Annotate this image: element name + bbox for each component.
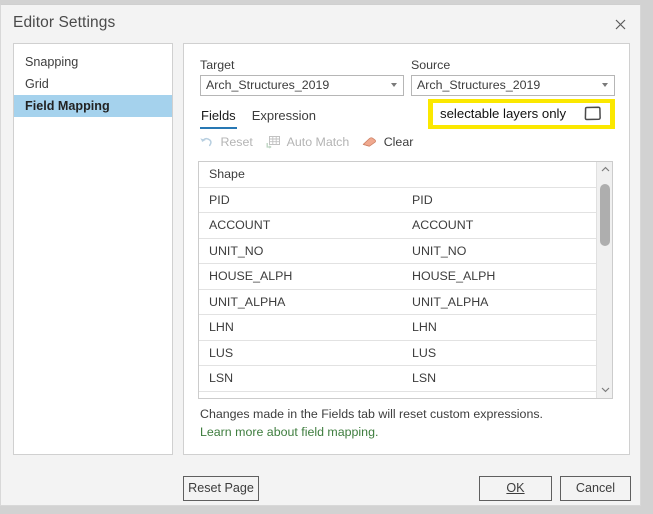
ok-button-label: OK — [506, 481, 524, 495]
source-dropdown-value: Arch_Structures_2019 — [417, 78, 540, 92]
reset-page-button-label: Reset Page — [188, 481, 254, 495]
source-label: Source — [411, 58, 450, 72]
tab-fields[interactable]: Fields — [200, 108, 237, 129]
tab-label: Expression — [252, 108, 316, 123]
auto-match-button[interactable]: Auto Match — [265, 132, 349, 152]
annotation-inner-surface: selectable layers only — [433, 103, 610, 125]
eraser-icon — [361, 134, 377, 150]
selectable-layers-annotation: selectable layers only — [428, 99, 615, 129]
table-row[interactable]: LUS LUS — [199, 341, 596, 367]
table-cell-source: HOUSE_ALPH — [412, 264, 495, 290]
reset-page-button[interactable]: Reset Page — [183, 476, 259, 501]
hand-drawn-checkbox-icon — [583, 106, 602, 121]
dialog-titlebar: Editor Settings — [1, 5, 640, 45]
table-row[interactable]: Shape — [199, 162, 596, 188]
cancel-button[interactable]: Cancel — [560, 476, 631, 501]
clear-button[interactable]: Clear — [361, 132, 413, 152]
editor-settings-dialog: Editor Settings Snapping Grid Field Mapp… — [0, 4, 641, 506]
table-row[interactable]: HOUSE_ALPH HOUSE_ALPH — [199, 264, 596, 290]
table-cell-target: LUS — [209, 341, 233, 367]
target-dropdown[interactable]: Arch_Structures_2019 — [200, 75, 404, 96]
table-cell-target: LSN — [209, 366, 233, 392]
chevron-down-icon — [602, 83, 608, 87]
annotation-label: selectable layers only — [440, 104, 566, 124]
sidebar-item-label: Field Mapping — [25, 99, 110, 113]
field-mapping-grid-body: ShapePIDPIDACCOUNTACCOUNTUNIT_NOUNIT_NOH… — [199, 162, 596, 398]
reset-button[interactable]: Reset — [198, 132, 253, 152]
learn-more-link[interactable]: Learn more about field mapping. — [200, 425, 378, 439]
table-cell-target: Shape — [209, 162, 245, 188]
chevron-up-icon[interactable] — [597, 162, 613, 178]
table-cell-source: UNIT_NO — [412, 239, 466, 265]
table-row[interactable]: LHN LHN — [199, 315, 596, 341]
cancel-button-label: Cancel — [576, 481, 615, 495]
field-mapping-grid: ShapePIDPIDACCOUNTACCOUNTUNIT_NOUNIT_NOH… — [198, 161, 613, 399]
table-cell-source: LSN — [412, 366, 436, 392]
table-cell-target: UNIT_NO — [209, 239, 263, 265]
source-dropdown[interactable]: Arch_Structures_2019 — [411, 75, 615, 96]
reset-button-label: Reset — [220, 135, 252, 149]
sidebar-item-label: Grid — [25, 77, 49, 91]
settings-category-list: Snapping Grid Field Mapping — [13, 43, 173, 455]
ok-button[interactable]: OK — [479, 476, 552, 501]
table-cell-target: UNIT_ALPHA — [209, 290, 285, 316]
table-row[interactable]: UNIT_NO UNIT_NO — [199, 239, 596, 265]
table-cell-target: HOUSE_ALPH — [209, 264, 292, 290]
mapping-toolbar: Reset Auto Match — [198, 132, 425, 154]
sidebar-item-grid[interactable]: Grid — [14, 73, 172, 95]
chevron-down-icon[interactable] — [597, 382, 613, 398]
scrollbar-thumb[interactable] — [600, 184, 610, 246]
table-row[interactable]: LSN LSN — [199, 366, 596, 392]
undo-arrow-icon — [198, 134, 214, 150]
sidebar-item-label: Snapping — [25, 55, 78, 69]
table-cell-target: LHN — [209, 315, 234, 341]
chevron-down-icon — [391, 83, 397, 87]
expression-reset-note: Changes made in the Fields tab will rese… — [200, 407, 543, 421]
mapping-tabs: Fields Expression — [200, 108, 331, 130]
auto-match-button-label: Auto Match — [287, 135, 350, 149]
table-cell-source: PID — [412, 188, 433, 214]
screen-background: Editor Settings Snapping Grid Field Mapp… — [0, 0, 653, 514]
table-cell-source: LUS — [412, 341, 436, 367]
close-icon[interactable] — [608, 15, 632, 37]
target-label: Target — [200, 58, 234, 72]
table-row[interactable]: UNIT_ALPHA UNIT_ALPHA — [199, 290, 596, 316]
table-cell-target: ACCOUNT — [209, 213, 270, 239]
table-cell-source: UNIT_ALPHA — [412, 290, 488, 316]
clear-button-label: Clear — [384, 135, 414, 149]
tab-expression[interactable]: Expression — [251, 108, 317, 127]
table-row[interactable]: PID PID — [199, 188, 596, 214]
sidebar-item-field-mapping[interactable]: Field Mapping — [14, 95, 172, 117]
target-dropdown-value: Arch_Structures_2019 — [206, 78, 329, 92]
table-row[interactable]: ACCOUNT ACCOUNT — [199, 213, 596, 239]
grid-vertical-scrollbar[interactable] — [596, 162, 612, 398]
auto-match-grid-icon — [265, 134, 281, 150]
table-cell-source: LHN — [412, 315, 437, 341]
page-title: Editor Settings — [13, 14, 115, 32]
sidebar-item-snapping[interactable]: Snapping — [14, 51, 172, 73]
tab-label: Fields — [201, 108, 236, 123]
table-cell-target: PID — [209, 188, 230, 214]
table-cell-source: ACCOUNT — [412, 213, 473, 239]
